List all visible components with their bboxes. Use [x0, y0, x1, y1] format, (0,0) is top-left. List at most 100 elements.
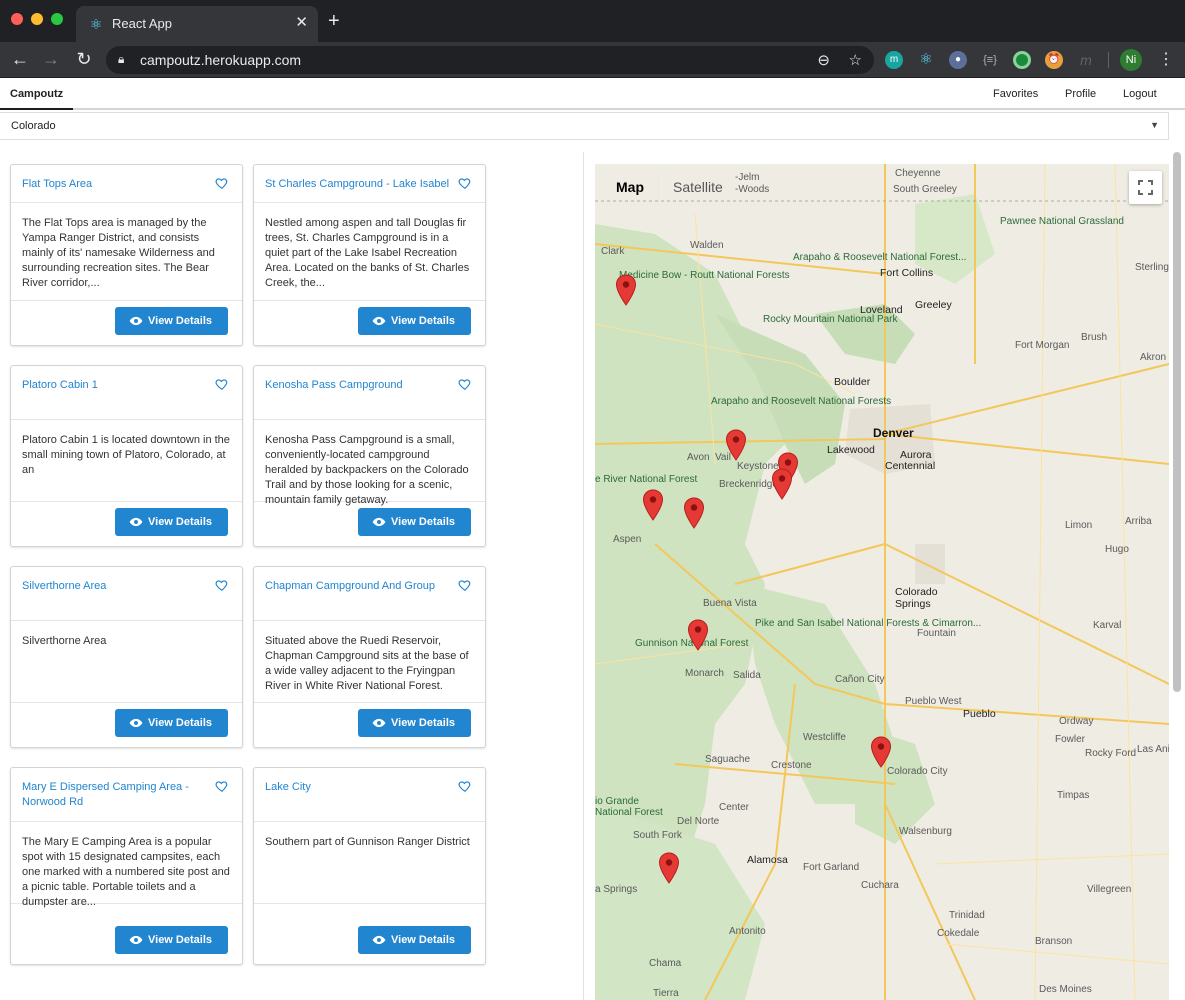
brand-link[interactable]: Campoutz: [0, 78, 74, 110]
minimize-window-button[interactable]: [31, 13, 43, 25]
card-description: Nestled among aspen and tall Douglas fir…: [254, 203, 485, 301]
map-label: Tierra: [653, 988, 679, 999]
card-header: St Charles Campground - Lake Isabel: [254, 165, 485, 203]
map-pin-icon: [658, 852, 680, 884]
extension-clock-icon[interactable]: ⏰: [1045, 51, 1063, 69]
map-label: Centennial: [885, 460, 936, 472]
map-label: Lakewood: [827, 444, 875, 456]
app-menu-bar: Campoutz Favorites Profile Logout: [0, 78, 1185, 110]
profile-avatar[interactable]: Ni: [1120, 49, 1142, 71]
card-title-link[interactable]: Mary E Dispersed Camping Area - Norwood …: [22, 781, 189, 808]
favorite-heart-icon[interactable]: [215, 377, 229, 391]
map-label: Cokedale: [937, 928, 980, 939]
extension-m-icon[interactable]: m: [885, 51, 903, 69]
map-label: Rocky Ford: [1085, 748, 1137, 759]
campground-map-pin[interactable]: [870, 736, 892, 768]
view-details-button[interactable]: View Details: [115, 307, 228, 335]
map-label: National Forest: [595, 807, 663, 818]
map-label: Center: [719, 802, 750, 813]
view-details-button[interactable]: View Details: [358, 307, 471, 335]
campground-map-pin[interactable]: [687, 619, 709, 651]
campground-map-pin[interactable]: [658, 852, 680, 884]
map-label: Denver: [873, 426, 914, 440]
browser-tab[interactable]: ⚛ React App ✕: [76, 6, 318, 42]
address-bar[interactable]: 🔒︎ campoutz.herokuapp.com ⊖ ☆: [106, 46, 874, 74]
view-details-label: View Details: [391, 717, 455, 729]
page-scrollbar[interactable]: [1173, 152, 1181, 692]
browser-menu-icon[interactable]: ⋮: [1158, 49, 1174, 71]
map-label: -Jelm: [735, 172, 760, 183]
map-label: Walden: [690, 240, 724, 251]
map-type-map-button[interactable]: Map: [602, 171, 658, 204]
favorite-heart-icon[interactable]: [215, 779, 229, 793]
campground-card: Platoro Cabin 1 Platoro Cabin 1 is locate…: [10, 365, 243, 547]
reload-icon[interactable]: ↻: [73, 48, 95, 70]
map-label: Fowler: [1055, 734, 1086, 745]
extension-json-icon[interactable]: {≡}: [981, 51, 999, 69]
nav-favorites[interactable]: Favorites: [993, 78, 1038, 110]
campground-card: St Charles Campground - Lake Isabel Nestl…: [253, 164, 486, 346]
nav-profile[interactable]: Profile: [1065, 78, 1096, 110]
map-label: Cheyenne: [895, 168, 941, 179]
favorite-heart-icon[interactable]: [215, 578, 229, 592]
back-arrow-icon[interactable]: ←: [9, 48, 31, 70]
extension-m-gray-icon[interactable]: m: [1077, 51, 1095, 69]
map-pin-icon: [725, 429, 747, 461]
map-label: Crestone: [771, 760, 812, 771]
favorite-heart-icon[interactable]: [458, 578, 472, 592]
card-title-link[interactable]: Lake City: [265, 781, 311, 793]
view-details-button[interactable]: View Details: [358, 508, 471, 536]
view-details-label: View Details: [148, 315, 212, 327]
campground-map-pin[interactable]: [683, 497, 705, 529]
map-type-satellite-button[interactable]: Satellite: [658, 171, 738, 204]
maximize-window-button[interactable]: [51, 13, 63, 25]
map-label: Chama: [649, 958, 682, 969]
card-title-link[interactable]: Kenosha Pass Campground: [265, 379, 403, 391]
bookmark-star-icon[interactable]: ☆: [849, 51, 862, 69]
favorite-heart-icon[interactable]: [458, 176, 472, 190]
react-icon: ⚛: [89, 16, 103, 32]
view-details-button[interactable]: View Details: [115, 926, 228, 954]
fullscreen-icon: [1138, 180, 1153, 195]
card-title-link[interactable]: Chapman Campground And Group: [265, 580, 435, 592]
state-dropdown[interactable]: Colorado ▼: [0, 112, 1169, 140]
view-details-button[interactable]: View Details: [358, 926, 471, 954]
fullscreen-button[interactable]: [1129, 171, 1162, 204]
toolbar-divider: [1108, 52, 1109, 68]
new-tab-button[interactable]: +: [328, 11, 340, 31]
card-title-link[interactable]: Platoro Cabin 1: [22, 379, 98, 391]
map-label: Clark: [601, 246, 625, 257]
campground-map-pin[interactable]: [725, 429, 747, 461]
tab-close-icon[interactable]: ✕: [295, 14, 308, 32]
view-details-button[interactable]: View Details: [115, 508, 228, 536]
map-label: Westcliffe: [803, 732, 846, 743]
map-label: Boulder: [834, 376, 871, 388]
view-details-button[interactable]: View Details: [358, 709, 471, 737]
card-header: Platoro Cabin 1: [11, 366, 242, 420]
map-label: Akron: [1140, 352, 1167, 363]
forward-arrow-icon[interactable]: →: [40, 48, 62, 70]
extension-circle-icon[interactable]: ●: [949, 51, 967, 69]
map-label: Rocky Mountain National Park: [763, 314, 898, 325]
url-text[interactable]: campoutz.herokuapp.com: [140, 52, 301, 68]
card-description: Kenosha Pass Campground is a small, conv…: [254, 420, 485, 506]
campground-map-pin[interactable]: [771, 468, 793, 500]
favorite-heart-icon[interactable]: [215, 176, 229, 190]
card-title-link[interactable]: St Charles Campground - Lake Isabel: [265, 178, 449, 190]
card-title-link[interactable]: Flat Tops Area: [22, 178, 92, 190]
card-title-link[interactable]: Silverthorne Area: [22, 580, 106, 592]
favorite-heart-icon[interactable]: [458, 377, 472, 391]
map-label: Colorado Springs: [895, 586, 938, 610]
extension-react-icon[interactable]: ⚛: [917, 51, 935, 69]
favorite-heart-icon[interactable]: [458, 779, 472, 793]
eye-icon: [372, 516, 386, 528]
zoom-icon[interactable]: ⊖: [817, 51, 830, 69]
extension-target-icon[interactable]: [1013, 51, 1031, 69]
campground-map-pin[interactable]: [615, 274, 637, 306]
campground-card: Kenosha Pass Campground Kenosha Pass Camp…: [253, 365, 486, 547]
close-window-button[interactable]: [11, 13, 23, 25]
campground-map-pin[interactable]: [642, 489, 664, 521]
nav-logout[interactable]: Logout: [1123, 78, 1157, 110]
view-details-button[interactable]: View Details: [115, 709, 228, 737]
campground-map[interactable]: Cheyenne South Greeley -Jelm -Woods Wald…: [595, 164, 1169, 1000]
